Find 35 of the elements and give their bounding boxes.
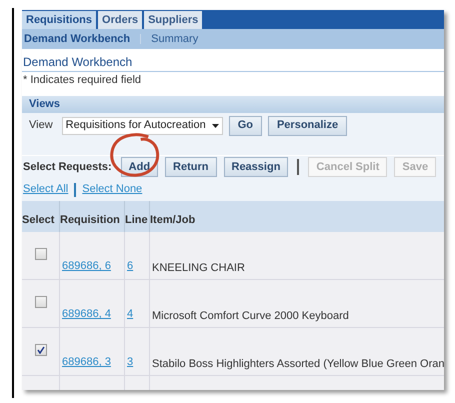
column-header: Requisition [60,200,125,232]
line-link[interactable]: 3 [127,354,134,370]
dropdown-caret-icon [212,124,219,128]
requisition-link[interactable]: 689686, 6 [62,258,111,274]
select-link[interactable]: Select None [82,181,142,198]
tab[interactable]: Requisitions [22,11,96,29]
requisition-link[interactable]: 689686, 3 [62,354,111,370]
views-header: Views [22,96,444,112]
row-checkbox[interactable] [34,248,46,260]
row-checkbox[interactable] [34,296,46,308]
view-label: View [29,118,53,134]
subtab-link[interactable]: Summary [151,30,198,48]
column-header: Line [125,200,150,232]
view-select[interactable]: Requisitions for Autocreation [62,116,223,134]
line-link[interactable]: 6 [127,258,134,274]
page-title: Demand Workbench [22,54,444,72]
column-header: Item/Job [150,200,444,232]
view-button[interactable]: Personalize [268,116,348,136]
action-button[interactable]: Reassign [224,157,288,177]
item-text: KNEELING CHAIR [152,261,245,276]
item-text: Stabilo Boss Highlighters Assorted (Yellow Blue Green Oran [152,357,444,372]
action-button[interactable]: Return [165,157,216,177]
row-checkbox[interactable] [34,344,46,356]
column-header: Select [22,200,60,232]
item-text: Microsoft Comfort Curve 2000 Keyboard [152,309,349,324]
view-button[interactable]: Go [228,116,262,136]
required-note: * Indicates required field [22,73,142,88]
tab[interactable]: Orders [98,11,142,29]
requisition-link[interactable]: 689686, 4 [62,306,111,322]
select-requests-label: Select Requests: [23,160,112,175]
subtab-link[interactable]: Demand Workbench [24,30,130,48]
select-link[interactable]: Select All [23,181,68,198]
checkmark-icon [36,346,44,354]
tab[interactable]: Suppliers [144,11,202,29]
line-link[interactable]: 4 [127,306,134,322]
